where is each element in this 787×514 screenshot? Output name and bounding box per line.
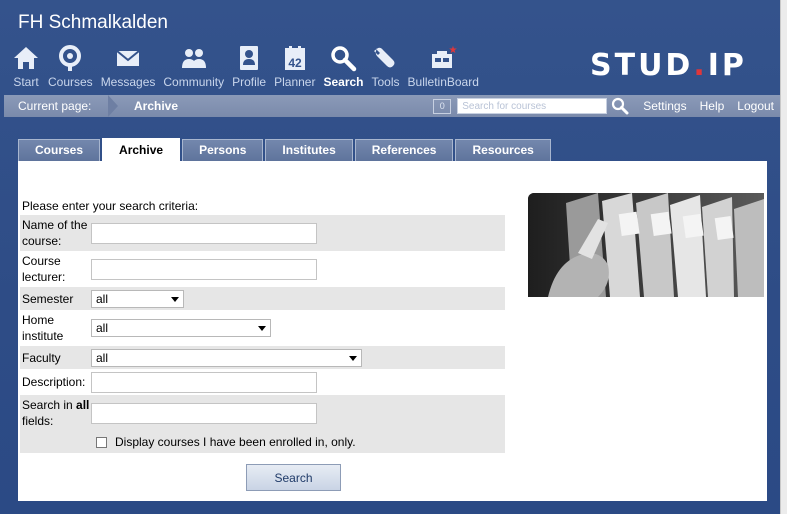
courses-icon <box>59 45 82 71</box>
logo-main: STUD <box>590 48 694 83</box>
description-input[interactable] <box>91 371 317 393</box>
row-all-fields: Search in all fields: <box>20 395 505 431</box>
tab-persons[interactable]: Persons <box>182 139 264 161</box>
logout-link[interactable]: Logout <box>737 99 774 113</box>
nav-label: Start <box>13 75 39 89</box>
svg-text:42: 42 <box>288 56 302 70</box>
quicksearch-input[interactable] <box>457 98 608 114</box>
profile-icon <box>240 46 259 70</box>
nav-bulletinboard[interactable]: ★ BulletinBoard <box>404 44 483 92</box>
all-fields-input[interactable] <box>91 402 317 424</box>
tab-archive[interactable]: Archive <box>102 138 181 161</box>
chevron-down-icon <box>349 355 357 361</box>
calendar-icon: 42 <box>284 46 305 70</box>
nav-label: Community <box>163 75 225 89</box>
description-label: Description: <box>22 375 86 389</box>
tab-courses[interactable]: Courses <box>18 139 101 161</box>
search-icon <box>331 46 357 72</box>
course-name-label: Name of the course: <box>22 218 88 248</box>
all-fields-label: Search in all fields: <box>20 397 91 429</box>
nav-profile[interactable]: Profile <box>228 44 270 92</box>
nav-planner[interactable]: 42 Planner <box>270 44 319 92</box>
search-button[interactable]: Search <box>246 464 341 491</box>
row-description: Description: <box>20 369 505 395</box>
semester-value: all <box>96 291 109 306</box>
institute-select[interactable]: all <box>91 319 271 337</box>
tab-institutes[interactable]: Institutes <box>265 139 353 161</box>
breadcrumb-separator <box>108 95 118 117</box>
tab-references[interactable]: References <box>354 139 454 161</box>
lecturer-input[interactable] <box>91 258 317 280</box>
enrolled-only-checkbox[interactable] <box>96 436 107 448</box>
nav-label: Tools <box>371 75 400 89</box>
logo-dot: . <box>693 48 708 83</box>
nav-messages[interactable]: Messages <box>97 44 160 92</box>
nav-tools[interactable]: Tools <box>368 44 404 92</box>
all-fields-text-b: all <box>76 398 90 412</box>
people-icon <box>181 49 206 68</box>
row-lecturer: Course lecturer: <box>20 251 505 287</box>
faculty-value: all <box>96 350 109 365</box>
institute-label: Home institute <box>22 313 64 343</box>
enrolled-only-label: Display courses I have been enrolled in,… <box>115 435 356 449</box>
nav-start[interactable]: Start <box>8 44 44 92</box>
search-icon[interactable] <box>611 97 629 115</box>
wrench-icon <box>373 47 394 68</box>
breadcrumb-current: Archive <box>134 99 179 113</box>
header-tools: 0 Settings Help Logout <box>433 95 774 117</box>
main-nav: Start Courses Messages Community Profile… <box>8 44 483 92</box>
semester-label: Semester <box>22 291 74 306</box>
help-link[interactable]: Help <box>700 99 725 113</box>
nav-label: Courses <box>48 75 93 89</box>
search-tabs: Courses Archive Persons Institutes Refer… <box>18 138 553 161</box>
faculty-label: Faculty <box>22 350 61 365</box>
logo-tail: IP <box>707 48 747 83</box>
nav-label: BulletinBoard <box>407 75 479 89</box>
nav-search[interactable]: Search <box>319 44 367 92</box>
archive-search-form: Please enter your search criteria: Name … <box>20 197 505 491</box>
nav-community[interactable]: Community <box>159 44 228 92</box>
lecturer-label: Course lecturer: <box>22 254 66 284</box>
row-faculty: Faculty all <box>20 346 505 369</box>
all-fields-text-a: Search in <box>22 398 77 412</box>
form-intro: Please enter your search criteria: <box>22 199 199 213</box>
button-row: Search <box>20 453 505 491</box>
envelope-icon <box>116 50 140 66</box>
bulletinboard-icon: ★ <box>432 45 457 68</box>
semester-select[interactable]: all <box>91 289 184 308</box>
faculty-select[interactable]: all <box>91 348 362 367</box>
nav-label: Messages <box>100 75 156 89</box>
course-name-input[interactable] <box>91 222 317 244</box>
chevron-down-icon <box>171 296 179 302</box>
nav-courses[interactable]: Courses <box>44 44 97 92</box>
chevron-down-icon <box>258 326 266 331</box>
svg-text:★: ★ <box>449 45 457 56</box>
row-enrolled-only: Display courses I have been enrolled in,… <box>20 431 505 453</box>
nav-label: Planner <box>274 75 316 89</box>
nav-label: Search <box>323 75 364 89</box>
breadcrumb-label: Current page: <box>18 99 92 113</box>
archive-folders-image <box>528 193 764 297</box>
studip-logo: STUD.IP <box>590 48 747 84</box>
tab-resources[interactable]: Resources <box>455 139 551 161</box>
settings-link[interactable]: Settings <box>643 99 686 113</box>
window-edge <box>780 0 787 514</box>
row-institute: Home institute all <box>20 310 505 346</box>
nav-label: Profile <box>232 75 267 89</box>
house-icon <box>14 47 38 69</box>
content-panel: Please enter your search criteria: Name … <box>18 161 767 501</box>
page-frame: FH Schmalkalden Start Courses Messages C… <box>0 0 780 514</box>
notification-count[interactable]: 0 <box>433 98 452 114</box>
row-semester: Semester all <box>20 287 505 310</box>
institute-value: all <box>96 321 109 335</box>
site-title: FH Schmalkalden <box>18 12 168 33</box>
all-fields-text-c: fields: <box>22 414 54 428</box>
row-course-name: Name of the course: <box>20 215 505 251</box>
breadcrumb: Current page: Archive 0 Settings Help Lo… <box>4 95 780 117</box>
folders-illustration <box>528 193 764 297</box>
